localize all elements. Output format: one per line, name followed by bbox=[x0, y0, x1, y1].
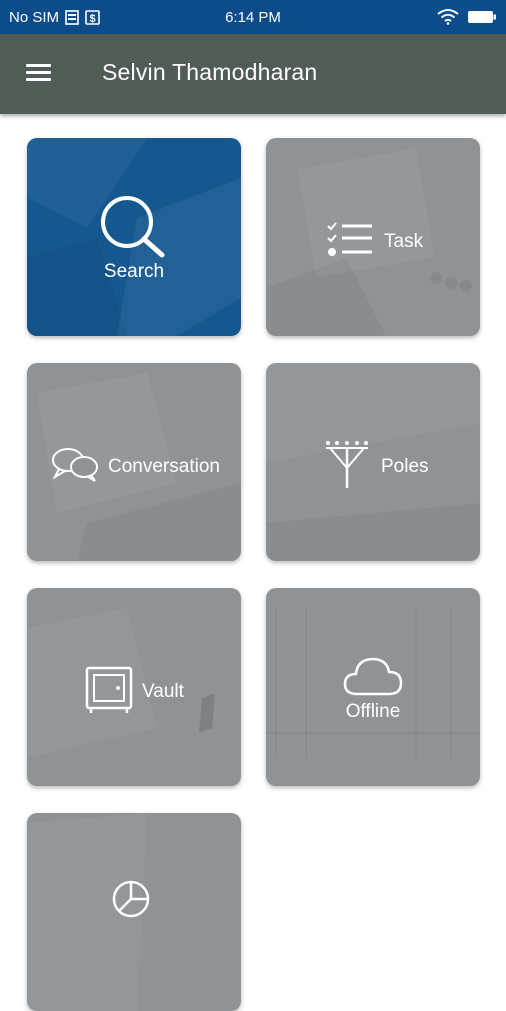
offline-tile[interactable]: Offline bbox=[266, 588, 480, 786]
cloud-icon bbox=[343, 657, 403, 696]
task-tile[interactable]: Task bbox=[266, 138, 480, 336]
vault-tile[interactable]: Vault bbox=[27, 588, 241, 786]
poles-tile[interactable]: Poles bbox=[266, 363, 480, 561]
tile-background-texture bbox=[27, 608, 215, 758]
status-bar: No SIM $ 6:14 PM bbox=[0, 0, 506, 34]
app-bar: Selvin Thamodharan bbox=[0, 34, 506, 114]
pie-chart-icon bbox=[112, 880, 150, 918]
utility-pole-icon bbox=[326, 441, 368, 488]
poles-tile-label: Poles bbox=[381, 456, 429, 477]
checklist-icon bbox=[327, 222, 372, 256]
battery-icon bbox=[468, 10, 496, 23]
chat-bubbles-icon bbox=[52, 448, 98, 482]
search-tile-label: Search bbox=[103, 261, 165, 282]
conversation-tile-label: Conversation bbox=[108, 456, 220, 477]
task-tile-label: Task bbox=[384, 231, 424, 252]
hamburger-menu-icon[interactable] bbox=[24, 61, 54, 85]
vault-tile-label: Vault bbox=[142, 681, 184, 702]
clock: 6:14 PM bbox=[225, 9, 281, 26]
wifi-icon bbox=[437, 9, 459, 25]
reports-tile[interactable] bbox=[27, 813, 241, 1011]
offline-tile-label: Offline bbox=[345, 701, 401, 722]
search-icon bbox=[101, 196, 165, 258]
tile-background-texture bbox=[266, 363, 480, 561]
search-tile[interactable]: Search bbox=[27, 138, 241, 336]
conversation-tile[interactable]: Conversation bbox=[27, 363, 241, 561]
page-title: Selvin Thamodharan bbox=[102, 59, 318, 85]
safe-icon bbox=[85, 666, 133, 713]
